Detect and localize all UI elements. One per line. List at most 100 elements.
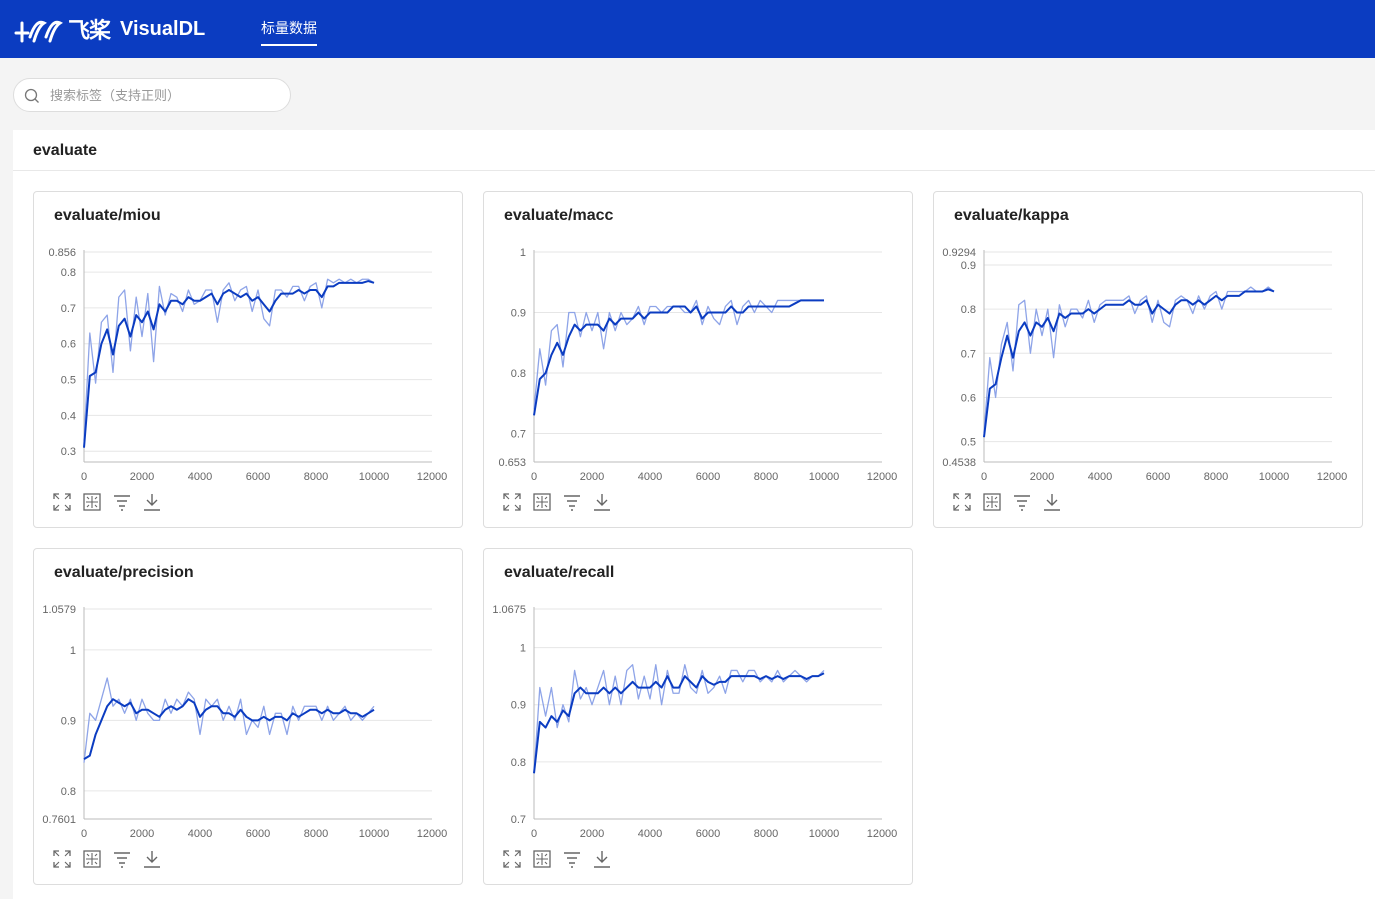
- filter-icon[interactable]: [562, 849, 582, 869]
- x-tick-label: 2000: [580, 471, 604, 482]
- x-tick-label: 6000: [696, 828, 720, 839]
- download-icon[interactable]: [592, 849, 612, 869]
- group-title[interactable]: evaluate: [33, 142, 97, 160]
- filter-icon[interactable]: [562, 492, 582, 512]
- y-max-label: 1.0675: [492, 604, 526, 616]
- y-tick-label: 0.8: [961, 304, 976, 316]
- fit-icon[interactable]: [82, 492, 102, 512]
- x-tick-label: 8000: [754, 471, 778, 482]
- y-tick-label: 0.6: [961, 392, 976, 404]
- app-logo[interactable]: 飞桨 VisualDL: [12, 12, 205, 46]
- download-icon[interactable]: [592, 492, 612, 512]
- smoothed-series-line: [533, 672, 825, 774]
- top-navigation-bar: 飞桨 VisualDL 标量数据: [0, 0, 1375, 58]
- chart-card: evaluate/kappa 0.5 0.6 0.7 0.8 0.9 0.9294 0.453…: [933, 191, 1363, 528]
- y-tick-label: 0.8: [511, 757, 526, 769]
- raw-series-line: [533, 664, 825, 774]
- smoothed-series-line: [533, 299, 824, 416]
- y-tick-label: 0.7: [511, 814, 526, 826]
- fit-icon[interactable]: [532, 849, 552, 869]
- download-icon[interactable]: [1042, 492, 1062, 512]
- y-tick-label: 0.8: [61, 267, 76, 279]
- maximize-icon[interactable]: [52, 849, 72, 869]
- y-min-label: 0.7601: [42, 814, 76, 826]
- smoothed-series-line: [83, 280, 375, 448]
- chart-card: evaluate/recall 0.7 0.8 0.9 1 1.0675 0 2000 4000…: [483, 548, 913, 885]
- chart-group-panel: evaluate evaluate/miou 0.3 0.4 0.5 0.6 0.7 0.8…: [13, 130, 1375, 899]
- y-tick-label: 0.7: [61, 303, 76, 315]
- x-tick-label: 6000: [696, 471, 720, 482]
- chart-card: evaluate/miou 0.3 0.4 0.5 0.6 0.7 0.8 0.856 0 200…: [33, 191, 463, 528]
- x-tick-label: 8000: [1204, 471, 1228, 482]
- x-tick-label: 4000: [638, 471, 662, 482]
- x-tick-label: 8000: [304, 471, 328, 482]
- y-tick-label: 0.7: [961, 348, 976, 360]
- line-chart[interactable]: 0.8 0.9 1 1.0579 0.7601 0 2000 4000 6000 8000 1000…: [34, 549, 464, 839]
- x-tick-label: 0: [981, 471, 987, 482]
- line-chart[interactable]: 0.7 0.8 0.9 1 1.0675 0 2000 4000 6000 8000 10000 12…: [484, 549, 914, 839]
- x-tick-label: 6000: [246, 471, 270, 482]
- maximize-icon[interactable]: [502, 492, 522, 512]
- x-tick-label: 12000: [867, 471, 898, 482]
- fit-icon[interactable]: [532, 492, 552, 512]
- x-tick-label: 6000: [246, 828, 270, 839]
- filter-icon[interactable]: [112, 492, 132, 512]
- x-tick-label: 0: [531, 471, 537, 482]
- y-min-label: 0.653: [498, 457, 526, 469]
- x-tick-label: 12000: [417, 471, 448, 482]
- y-tick-label: 1: [520, 247, 526, 259]
- tag-search-box[interactable]: [13, 78, 291, 112]
- y-tick-label: 0.9: [511, 308, 526, 320]
- line-chart[interactable]: 0.7 0.8 0.9 1 0.653 0 2000 4000 6000 8000 10000 120…: [484, 192, 914, 482]
- smoothed-series-line: [983, 288, 1275, 438]
- download-icon[interactable]: [142, 492, 162, 512]
- line-chart[interactable]: 0.3 0.4 0.5 0.6 0.7 0.8 0.856 0 2000 4000 6000 8000…: [34, 192, 464, 482]
- x-tick-label: 0: [81, 471, 87, 482]
- y-tick-label: 0.9: [511, 700, 526, 712]
- logo-chinese-text: 飞桨: [68, 19, 111, 44]
- raw-series-line: [533, 299, 824, 410]
- x-tick-label: 10000: [359, 471, 390, 482]
- y-tick-label: 1: [520, 643, 526, 655]
- x-tick-label: 2000: [130, 828, 154, 839]
- x-tick-label: 4000: [638, 828, 662, 839]
- maximize-icon[interactable]: [52, 492, 72, 512]
- logo-product-name: VisualDL: [120, 17, 206, 40]
- chart-card: evaluate/precision 0.8 0.9 1 1.0579 0.7601 0 20…: [33, 548, 463, 885]
- tab-scalar-data[interactable]: 标量数据: [261, 18, 317, 46]
- paddle-logo-icon: [14, 20, 63, 43]
- x-tick-label: 12000: [867, 828, 898, 839]
- download-icon[interactable]: [142, 849, 162, 869]
- fit-icon[interactable]: [82, 849, 102, 869]
- x-tick-label: 0: [531, 828, 537, 839]
- x-tick-label: 4000: [188, 471, 212, 482]
- smoothed-series-line: [83, 698, 375, 760]
- y-min-label: 0.4538: [942, 457, 976, 469]
- y-tick-label: 0.8: [511, 368, 526, 380]
- divider: [13, 170, 1375, 171]
- y-tick-label: 0.5: [61, 375, 76, 387]
- x-tick-label: 2000: [1030, 471, 1054, 482]
- line-chart[interactable]: 0.5 0.6 0.7 0.8 0.90.9294 0.4538 0 2000 4000 6000…: [934, 192, 1364, 482]
- x-tick-label: 0: [81, 828, 87, 839]
- y-max-label: 1.0579: [42, 604, 76, 616]
- raw-series-line: [83, 278, 375, 441]
- x-tick-label: 4000: [1088, 471, 1112, 482]
- search-input[interactable]: [48, 83, 282, 109]
- x-tick-label: 12000: [1317, 471, 1348, 482]
- x-tick-label: 10000: [1259, 471, 1290, 482]
- x-tick-label: 8000: [754, 828, 778, 839]
- fit-icon[interactable]: [982, 492, 1002, 512]
- maximize-icon[interactable]: [952, 492, 972, 512]
- chart-card: evaluate/macc 0.7 0.8 0.9 1 0.653 0 2000 4000 600…: [483, 191, 913, 528]
- x-tick-label: 2000: [130, 471, 154, 482]
- y-tick-label: 0.7: [511, 429, 526, 441]
- filter-icon[interactable]: [112, 849, 132, 869]
- y-tick-label: 0.9: [61, 715, 76, 727]
- filter-icon[interactable]: [1012, 492, 1032, 512]
- x-tick-label: 2000: [580, 828, 604, 839]
- y-max-label: 0.9294: [942, 247, 976, 259]
- maximize-icon[interactable]: [502, 849, 522, 869]
- y-tick-label: 0.3: [61, 446, 76, 458]
- x-tick-label: 10000: [809, 471, 840, 482]
